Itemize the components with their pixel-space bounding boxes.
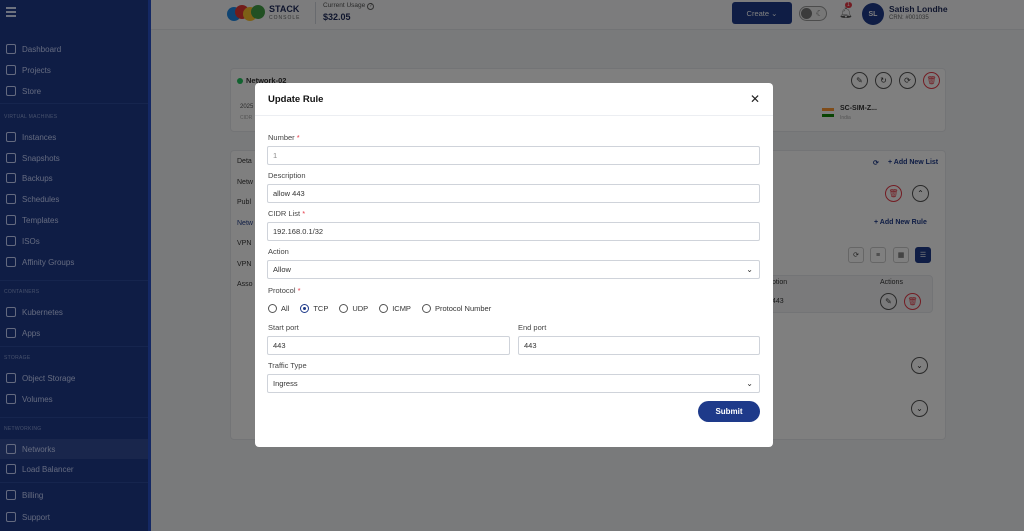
cidr-input[interactable]: 192.168.0.1/32 bbox=[267, 222, 760, 241]
chevron-down-icon: ⌄ bbox=[746, 265, 753, 274]
start-port-input[interactable]: 443 bbox=[267, 336, 510, 355]
description-input[interactable]: allow 443 bbox=[267, 184, 760, 203]
start-port-label: Start port bbox=[268, 323, 299, 332]
protocol-label: Protocol * bbox=[268, 286, 301, 295]
chevron-down-icon: ⌄ bbox=[746, 379, 753, 388]
end-port-input[interactable]: 443 bbox=[518, 336, 760, 355]
protocol-number-radio[interactable]: Protocol Number bbox=[421, 304, 491, 313]
divider bbox=[255, 115, 773, 116]
protocol-icmp-radio[interactable]: ICMP bbox=[379, 304, 411, 313]
action-select[interactable]: Allow ⌄ bbox=[267, 260, 760, 279]
protocol-all-radio[interactable]: All bbox=[268, 304, 289, 313]
end-port-label: End port bbox=[518, 323, 547, 332]
traffic-type-label: Traffic Type bbox=[268, 361, 307, 370]
action-value: Allow bbox=[273, 265, 291, 274]
action-label: Action bbox=[268, 247, 289, 256]
traffic-type-select[interactable]: Ingress ⌄ bbox=[267, 374, 760, 393]
traffic-type-value: Ingress bbox=[273, 379, 298, 388]
submit-button[interactable]: Submit bbox=[698, 401, 760, 422]
close-icon[interactable]: ✕ bbox=[750, 92, 760, 106]
protocol-tcp-radio[interactable]: TCP bbox=[300, 304, 328, 313]
cidr-label: CIDR List * bbox=[268, 209, 306, 218]
protocol-radio-group: All TCP UDP ICMP Protocol Number bbox=[268, 304, 502, 313]
modal-title: Update Rule bbox=[268, 94, 324, 105]
number-input[interactable]: 1 bbox=[267, 146, 760, 165]
protocol-udp-radio[interactable]: UDP bbox=[339, 304, 368, 313]
update-rule-modal: Update Rule ✕ Number * 1 Description all… bbox=[255, 83, 773, 447]
description-label: Description bbox=[268, 171, 306, 180]
number-label: Number * bbox=[268, 133, 300, 142]
